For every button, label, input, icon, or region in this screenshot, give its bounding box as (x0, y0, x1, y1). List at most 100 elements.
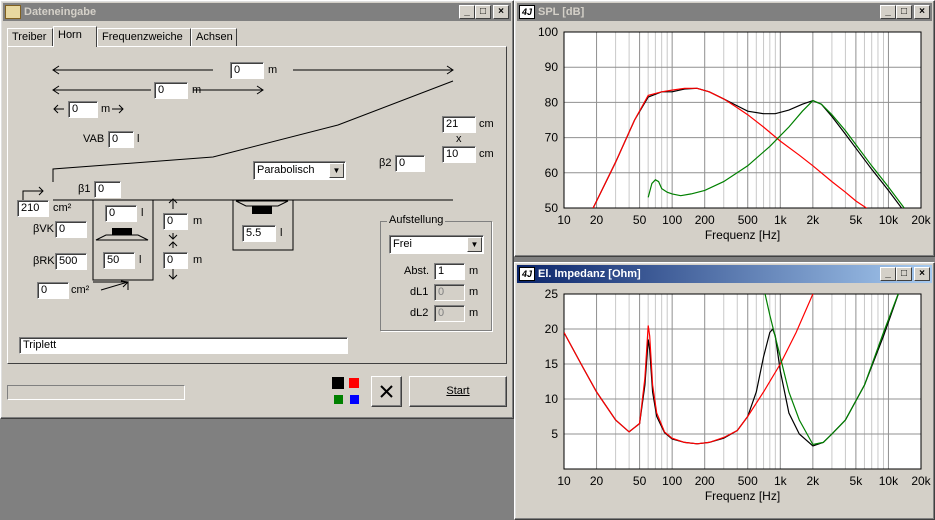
color-swatch-red (349, 378, 359, 388)
name-input[interactable]: Triplett (19, 337, 348, 354)
spl-window-titlebar[interactable]: 4J SPL [dB] _ □ × (517, 3, 932, 21)
unit-label: l (137, 133, 140, 145)
color-swatch-green (334, 395, 343, 404)
brk-input[interactable]: 500 (55, 253, 87, 270)
minimize-button[interactable]: _ (880, 267, 896, 281)
flare-type-value: Parabolisch (257, 164, 315, 176)
x-axis-label: Frequenz [Hz] (705, 228, 780, 242)
tab-label: Frequenzweiche (102, 31, 183, 43)
chamber-volume-input[interactable]: 5.5 (242, 225, 276, 242)
flare-type-select[interactable]: Parabolisch ▼ (253, 161, 346, 180)
maximize-button[interactable]: □ (475, 5, 491, 19)
length-small-input[interactable]: 0 (68, 101, 98, 118)
input-window-titlebar[interactable]: Dateneingabe _ □ × (3, 3, 511, 21)
x-tick-label: 2k (807, 213, 821, 227)
minimize-button[interactable]: _ (459, 5, 475, 19)
maximize-button[interactable]: □ (896, 267, 912, 281)
color-swatch-black (332, 377, 344, 389)
rear-volume-input[interactable]: 50 (103, 252, 135, 269)
x-tick-label: 5k (850, 474, 864, 488)
distance2-input[interactable]: 0 (163, 252, 188, 269)
unit-label: m (268, 64, 278, 76)
unit-label: l (141, 207, 144, 219)
vab-label: VAB (83, 133, 105, 145)
x-tick-label: 100 (662, 474, 682, 488)
tab-horn[interactable]: Horn (53, 26, 97, 47)
unit-label: cm (479, 148, 494, 160)
close-button[interactable]: × (914, 5, 930, 19)
x-tick-label: 10k (879, 213, 899, 227)
x-tick-label: 100 (662, 213, 682, 227)
impedance-chart: 5 10 15 20 25 10 20 50 100 200 500 1k 2k 5k 10k 20k Freq… (545, 287, 932, 503)
close-button[interactable]: × (914, 267, 930, 281)
aufstellung-select[interactable]: Frei ▼ (389, 235, 484, 254)
maximize-button[interactable]: □ (896, 5, 912, 19)
window-title: El. Impedanz [Ohm] (538, 268, 641, 280)
y-tick-label: 70 (545, 131, 559, 145)
y-tick-label: 90 (545, 60, 559, 74)
distance1-input[interactable]: 0 (163, 213, 188, 230)
dl1-input[interactable]: 0 (434, 284, 465, 301)
y-tick-label: 50 (545, 201, 559, 215)
horn-panel: 0 m 0 m 0 m VAB 0 l 21 cm x 10 cm Parabo… (7, 46, 507, 364)
x-tick-label: 20 (590, 474, 604, 488)
minimize-button[interactable]: _ (880, 5, 896, 19)
length-total-input[interactable]: 0 (230, 62, 264, 79)
unit-label: m (101, 103, 111, 115)
chevron-down-icon: ▼ (329, 163, 344, 178)
unit-label: cm (479, 118, 494, 130)
times-label: x (456, 133, 462, 145)
tab-treiber[interactable]: Treiber (7, 28, 53, 46)
start-button[interactable]: Start (409, 376, 507, 407)
unit-label: cm² (71, 284, 90, 296)
y-tick-label: 80 (545, 95, 559, 109)
cancel-button[interactable] (371, 376, 402, 407)
throat-area-input[interactable]: 210 (17, 200, 49, 217)
vab-input[interactable]: 0 (108, 131, 134, 148)
bvk-input[interactable]: 0 (55, 221, 87, 238)
tab-achsen[interactable]: Achsen (191, 28, 237, 46)
x-tick-label: 10 (557, 474, 571, 488)
unit-label: m (193, 254, 203, 266)
window-title: SPL [dB] (538, 6, 585, 18)
y-tick-label: 60 (545, 166, 559, 180)
chevron-down-icon: ▼ (467, 237, 482, 252)
mouth-width-input[interactable]: 21 (442, 116, 476, 133)
plot-area (564, 32, 921, 208)
spl-chart: 50 60 70 80 90 100 10 20 50 100 200 500 1k 2k 5k 10k 20k… (538, 25, 932, 242)
spl-window: 4J SPL [dB] _ □ × 50 60 70 80 90 100 10 20 50 100… (514, 0, 935, 257)
front-volume-input[interactable]: 0 (105, 205, 137, 222)
beta2-input[interactable]: 0 (395, 155, 425, 172)
driver-symbol (235, 200, 289, 214)
chart-window-icon: 4J (519, 5, 535, 19)
x-tick-label: 5k (850, 213, 864, 227)
tab-label: Achsen (196, 31, 233, 43)
impedance-window-titlebar[interactable]: 4J El. Impedanz [Ohm] _ □ × (517, 265, 932, 283)
color-legend (332, 377, 362, 407)
x-tick-label: 1k (774, 474, 788, 488)
dl2-input[interactable]: 0 (434, 305, 465, 322)
port-area-input[interactable]: 0 (37, 282, 69, 299)
bvk-label: βVK (33, 223, 55, 235)
y-tick-label: 25 (545, 287, 559, 301)
unit-label: l (139, 254, 142, 266)
close-icon (380, 385, 393, 398)
beta1-input[interactable]: 0 (94, 181, 121, 198)
mouth-height-input[interactable]: 10 (442, 146, 476, 163)
length-mid-input[interactable]: 0 (154, 82, 188, 99)
window-title: Dateneingabe (24, 6, 97, 18)
x-tick-label: 1k (774, 213, 788, 227)
tab-label: Horn (58, 29, 82, 41)
y-tick-label: 15 (545, 357, 559, 371)
impedance-window: 4J El. Impedanz [Ohm] _ □ × 5 10 15 20 25 10 2… (514, 262, 935, 520)
x-tick-label: 50 (633, 213, 647, 227)
unit-label: cm² (53, 202, 72, 214)
chart-window-icon: 4J (519, 267, 535, 281)
progress-bar (7, 385, 185, 400)
close-button[interactable]: × (493, 5, 509, 19)
tab-frequenzweiche[interactable]: Frequenzweiche (97, 28, 191, 46)
aufstellung-title: Aufstellung (387, 214, 446, 226)
abst-input[interactable]: 1 (434, 263, 465, 280)
driver-symbol (95, 228, 149, 241)
color-swatch-blue (350, 395, 359, 404)
